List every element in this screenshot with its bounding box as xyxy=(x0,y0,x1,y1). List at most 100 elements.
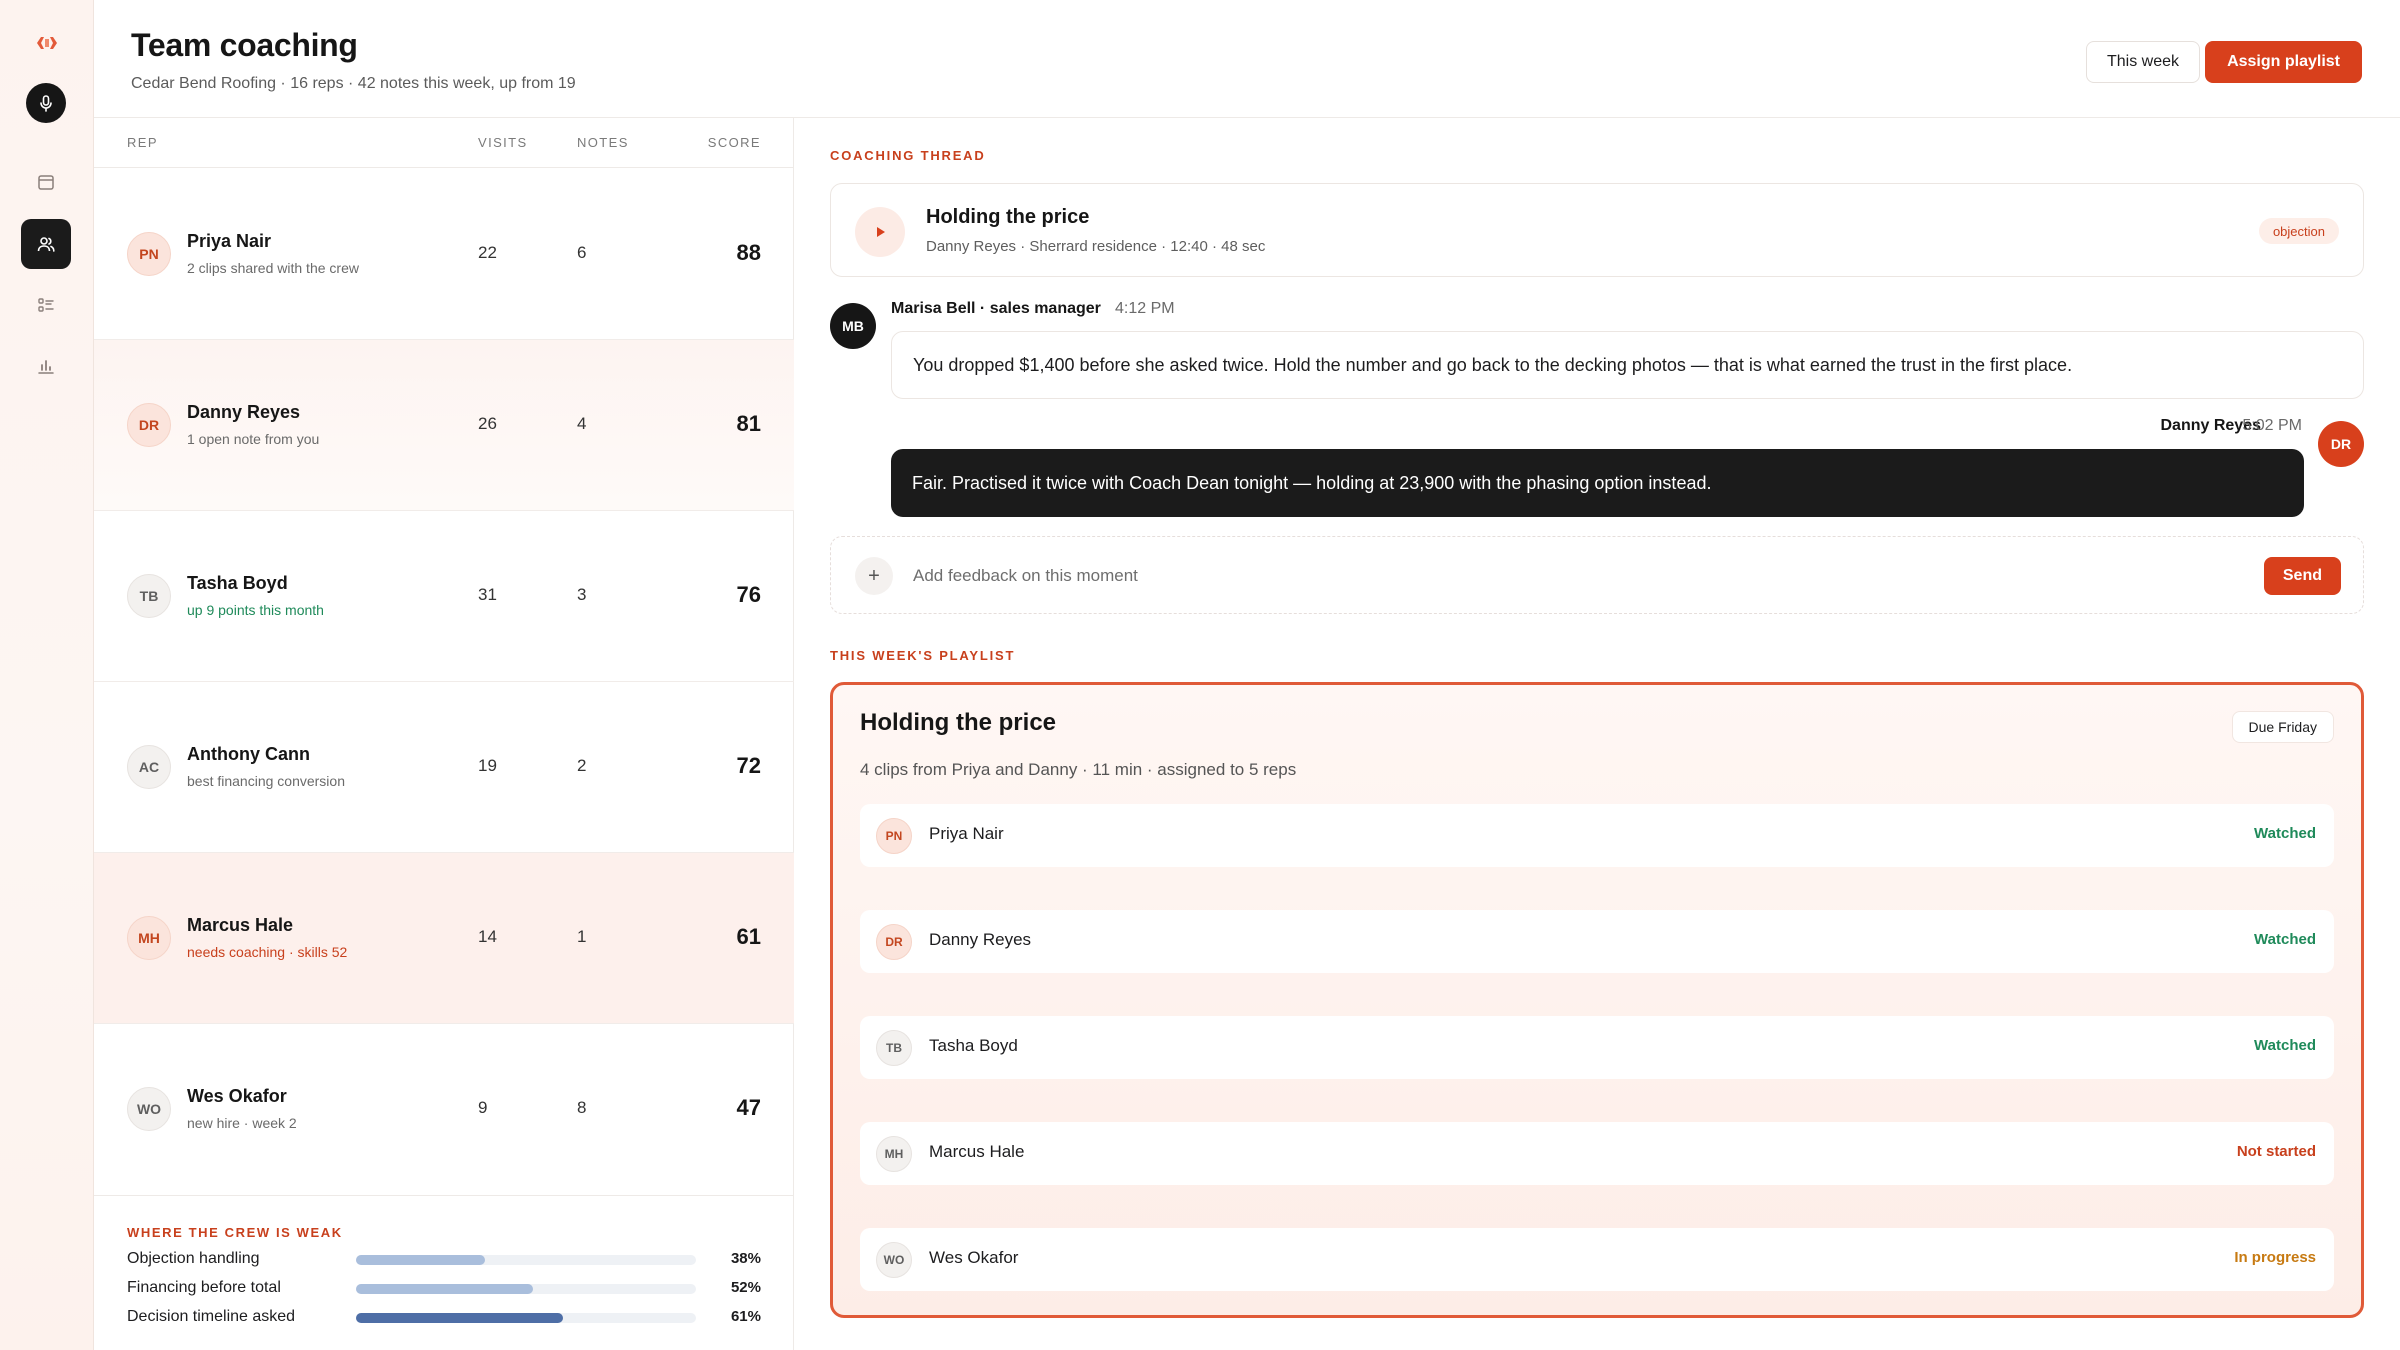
clip-meta: Danny Reyes · Sherrard residence · 12:40… xyxy=(926,238,1266,255)
rep-score: 76 xyxy=(736,582,761,607)
rep-row[interactable]: DR Danny Reyes 1 open note from you 26 4… xyxy=(94,340,794,511)
weakness-label: Objection handling xyxy=(127,1250,260,1267)
rep-note: 1 open note from you xyxy=(187,431,320,447)
checklist-icon[interactable] xyxy=(21,280,71,330)
avatar: PN xyxy=(876,818,912,854)
reps-table-header: REP VISITS NOTES SCORE xyxy=(94,118,794,168)
playlist-rep-name: Priya Nair xyxy=(929,824,1004,843)
page-subtitle: Cedar Bend Roofing · 16 reps · 42 notes … xyxy=(131,75,576,92)
avatar: TB xyxy=(127,574,171,618)
clip-card[interactable]: Holding the price Danny Reyes · Sherrard… xyxy=(830,183,2364,277)
reply-time: 5:02 PM xyxy=(2242,417,2302,434)
avatar: TB xyxy=(876,1030,912,1066)
status-badge: Not started xyxy=(2236,1143,2316,1160)
rep-row[interactable]: PN Priya Nair 2 clips shared with the cr… xyxy=(94,169,794,340)
playlist-rep-name: Wes Okafor xyxy=(929,1248,1019,1267)
rep-score: 61 xyxy=(736,924,761,949)
avatar: PN xyxy=(127,232,171,276)
playlist-card: Holding the price Due Friday 4 clips fro… xyxy=(830,682,2364,1318)
rep-visits: 26 xyxy=(478,414,497,433)
weakness-row: Objection handling 38% xyxy=(127,1248,761,1270)
playlist-row[interactable]: WO Wes Okafor In progress xyxy=(860,1228,2334,1291)
coaching-pane: COACHING THREAD Holding the price Danny … xyxy=(830,118,2364,1350)
team-icon[interactable] xyxy=(21,219,71,269)
add-attachment-button[interactable]: + xyxy=(855,557,893,595)
message-author: Marisa Bell · sales manager xyxy=(891,300,1101,317)
reply-bubble: Fair. Practised it twice with Coach Dean… xyxy=(891,449,2304,517)
reps-panel: REP VISITS NOTES SCORE PN Priya Nair 2 c… xyxy=(94,118,794,1350)
status-badge: In progress xyxy=(2234,1249,2316,1266)
assign-playlist-button[interactable]: Assign playlist xyxy=(2205,41,2362,83)
rep-notes: 3 xyxy=(577,585,587,604)
weakness-label: Decision timeline asked xyxy=(127,1308,296,1325)
playlist-label: THIS WEEK'S PLAYLIST xyxy=(830,648,1016,663)
column-header-visits[interactable]: VISITS xyxy=(478,135,528,150)
weakness-summary: WHERE THE CREW IS WEAK Objection handlin… xyxy=(94,1195,794,1350)
page-title: Team coaching xyxy=(131,27,358,63)
playlist-meta: 4 clips from Priya and Danny · 11 min · … xyxy=(860,760,1297,779)
bar-chart-icon[interactable] xyxy=(21,341,71,391)
weakness-percent: 61% xyxy=(730,1308,761,1325)
calendar-icon[interactable] xyxy=(21,157,71,207)
weakness-row: Financing before total 52% xyxy=(127,1277,761,1299)
weakness-bar-fill xyxy=(356,1255,486,1265)
rep-visits: 31 xyxy=(478,585,497,604)
weakness-label: Financing before total xyxy=(127,1279,281,1296)
clip-title: Holding the price xyxy=(926,206,1090,228)
microphone-icon[interactable] xyxy=(26,83,66,123)
playlist-rep-name: Marcus Hale xyxy=(929,1142,1025,1161)
weakness-bar-track xyxy=(356,1284,696,1294)
logo-icon xyxy=(35,33,59,53)
sidebar xyxy=(0,0,94,1350)
page-header: Team coaching Cedar Bend Roofing · 16 re… xyxy=(94,0,2400,118)
avatar: MH xyxy=(876,1136,912,1172)
rep-notes: 8 xyxy=(577,1098,587,1117)
feedback-composer: + Send xyxy=(830,536,2364,614)
send-button[interactable]: Send xyxy=(2263,557,2341,595)
play-icon[interactable] xyxy=(855,207,905,257)
column-header-notes[interactable]: NOTES xyxy=(577,135,629,150)
avatar: WO xyxy=(876,1242,912,1278)
column-header-rep[interactable]: REP xyxy=(127,135,158,150)
period-button[interactable]: This week xyxy=(2085,41,2200,83)
rep-row[interactable]: TB Tasha Boyd up 9 points this month 31 … xyxy=(94,511,794,682)
rep-visits: 19 xyxy=(478,756,497,775)
clip-tag[interactable]: objection xyxy=(2258,218,2339,244)
rep-note: new hire · week 2 xyxy=(187,1115,297,1131)
playlist-row[interactable]: MH Marcus Hale Not started xyxy=(860,1122,2334,1185)
rep-note: up 9 points this month xyxy=(187,602,324,618)
rep-notes: 6 xyxy=(577,243,587,262)
rep-score: 72 xyxy=(736,753,761,778)
rep-name: Tasha Boyd xyxy=(187,573,288,593)
playlist-rep-name: Tasha Boyd xyxy=(929,1036,1018,1055)
rep-row[interactable]: MH Marcus Hale needs coaching · skills 5… xyxy=(94,853,794,1024)
weakness-percent: 38% xyxy=(730,1250,761,1267)
status-badge: Watched xyxy=(2254,825,2316,842)
avatar: DR xyxy=(876,924,912,960)
feedback-input[interactable] xyxy=(913,557,2113,595)
weakness-row: Decision timeline asked 61% xyxy=(127,1306,761,1328)
message-time: 4:12 PM xyxy=(1115,300,1175,317)
avatar: MB xyxy=(830,303,876,349)
weakness-percent: 52% xyxy=(730,1279,761,1296)
playlist-title: Holding the price xyxy=(860,709,1057,736)
playlist-row[interactable]: DR Danny Reyes Watched xyxy=(860,910,2334,973)
weakness-bar-track xyxy=(356,1255,696,1265)
rep-note: 2 clips shared with the crew xyxy=(187,260,359,276)
rep-note: best financing conversion xyxy=(187,773,345,789)
playlist-rep-name: Danny Reyes xyxy=(929,930,1032,949)
avatar: DR xyxy=(2318,421,2364,467)
rep-notes: 2 xyxy=(577,756,587,775)
rep-name: Marcus Hale xyxy=(187,915,294,935)
playlist-row[interactable]: TB Tasha Boyd Watched xyxy=(860,1016,2334,1079)
rep-notes: 4 xyxy=(577,414,587,433)
rep-visits: 9 xyxy=(478,1098,488,1117)
rep-name: Danny Reyes xyxy=(187,402,301,422)
weakness-bar-fill xyxy=(356,1313,564,1323)
column-header-score[interactable]: SCORE xyxy=(708,135,761,150)
rep-row[interactable]: WO Wes Okafor new hire · week 2 9 8 47 xyxy=(94,1024,794,1195)
rep-notes: 1 xyxy=(577,927,587,946)
rep-row[interactable]: AC Anthony Cann best financing conversio… xyxy=(94,682,794,853)
rep-name: Wes Okafor xyxy=(187,1086,287,1106)
playlist-row[interactable]: PN Priya Nair Watched xyxy=(860,804,2334,867)
